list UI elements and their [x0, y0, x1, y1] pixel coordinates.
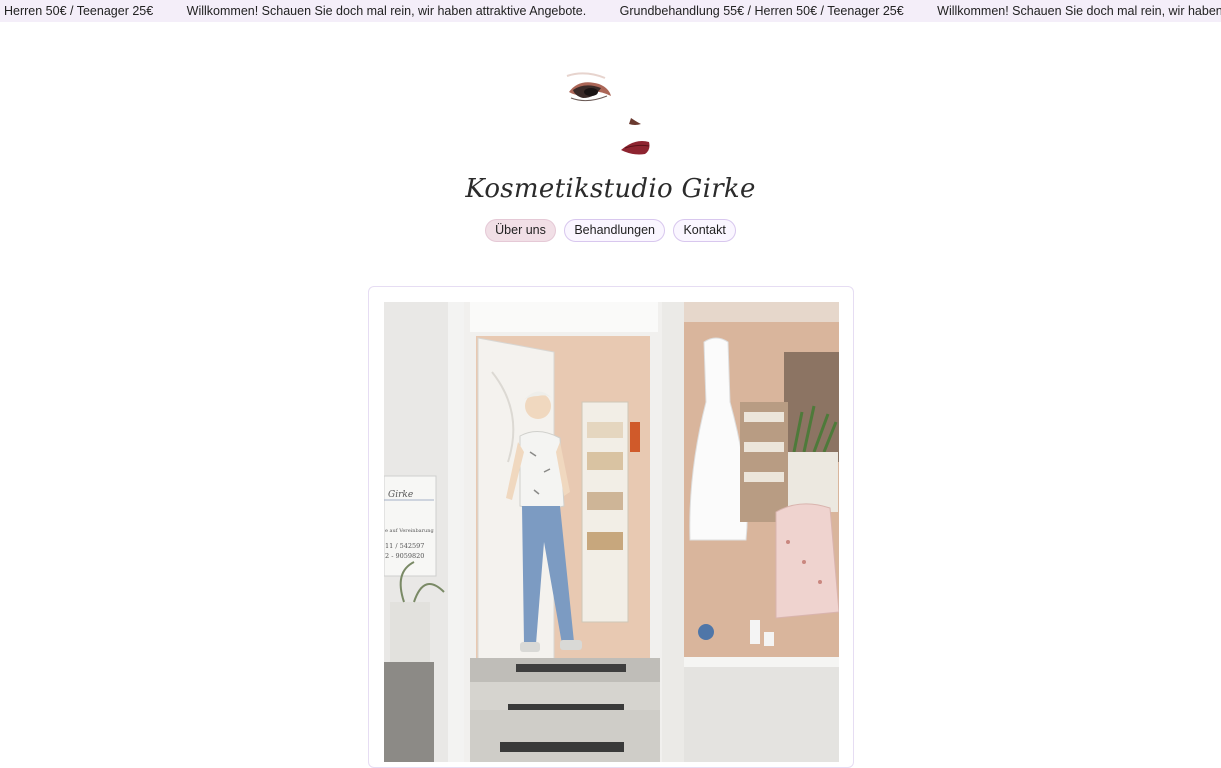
sign-line-1: e auf Vereinbarung — [385, 528, 434, 534]
site-title: Kosmetikstudio Girke — [465, 174, 756, 204]
sign-line-2: 11 / 542597 — [385, 542, 424, 550]
sign-name: Girke — [388, 490, 413, 500]
ticker-item: Herren 50€ / Teenager 25€ — [4, 4, 154, 18]
ticker-item: Grundbehandlung 55€ / Herren 50€ / Teena… — [619, 4, 904, 18]
ticker-track: Herren 50€ / Teenager 25€ Willkommen! Sc… — [4, 4, 1221, 18]
storefront-photo: Girke e auf Vereinbarung 11 / 542597 2 -… — [384, 302, 839, 762]
ticker-item: Willkommen! Schauen Sie doch mal rein, w… — [937, 4, 1221, 18]
nav-item-kontakt[interactable]: Kontakt — [673, 219, 736, 242]
photo-card: Girke e auf Vereinbarung 11 / 542597 2 -… — [368, 286, 854, 768]
main-nav: Über uns Behandlungen Kontakt — [0, 219, 1221, 242]
sign-line-3: 2 - 9059820 — [385, 552, 424, 560]
announcement-ticker: Herren 50€ / Teenager 25€ Willkommen! Sc… — [0, 0, 1221, 22]
ticker-item: Willkommen! Schauen Sie doch mal rein, w… — [186, 4, 587, 18]
nav-item-behandlungen[interactable]: Behandlungen — [564, 219, 665, 242]
nav-item-ueber-uns[interactable]: Über uns — [485, 219, 556, 242]
face-logo — [566, 72, 650, 155]
